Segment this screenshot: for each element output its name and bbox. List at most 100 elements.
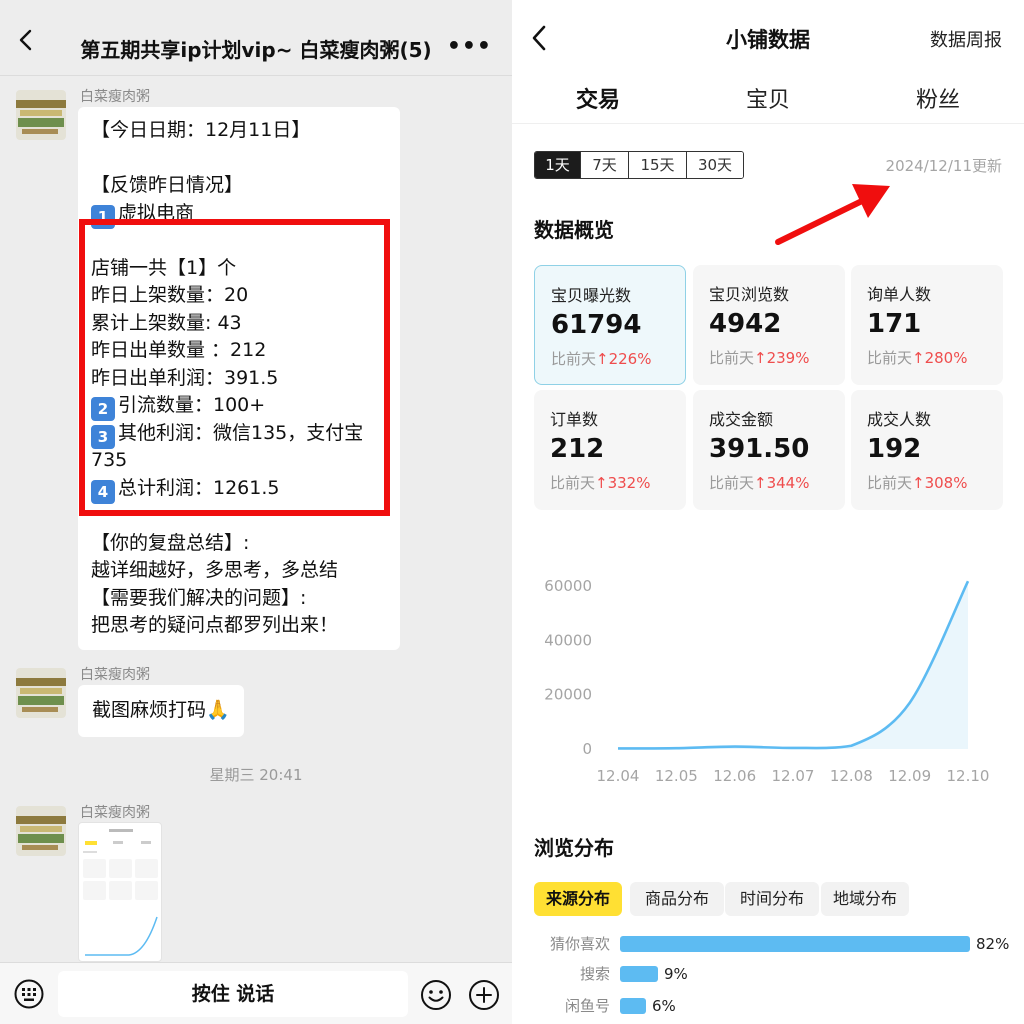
distribution-bar <box>620 998 646 1014</box>
chat-header: 第五期共享ip计划vip~ 白菜瘦肉粥(5) ••• <box>0 0 512 76</box>
number-keycap-icon: 2 <box>91 397 115 421</box>
range-15-days[interactable]: 15天 <box>629 152 687 178</box>
message-line-text: 其他利润：微信135，支付宝 <box>118 421 364 444</box>
plus-icon[interactable] <box>468 979 500 1011</box>
metric-compare: 比前天↑344% <box>709 472 809 493</box>
message-line-text: 昨日出单利润：391.5 <box>91 366 279 389</box>
up-arrow-icon: ↑ <box>912 474 925 492</box>
pill-region[interactable]: 地域分布 <box>821 882 909 916</box>
message-line: 把思考的疑问点都罗列出来！ <box>91 612 387 640</box>
chat-panel: 第五期共享ip计划vip~ 白菜瘦肉粥(5) ••• 白菜瘦肉粥 【今日日期：1… <box>0 0 512 1024</box>
metric-card[interactable]: 询单人数 171 比前天↑280% <box>851 265 1003 385</box>
range-30-days[interactable]: 30天 <box>687 152 743 178</box>
metric-compare: 比前天↑226% <box>551 348 651 369</box>
distribution-label: 猜你喜欢 <box>549 935 610 953</box>
x-tick-label: 12.09 <box>888 767 931 785</box>
range-1-day[interactable]: 1天 <box>535 152 581 178</box>
compare-prefix: 比前天 <box>709 474 755 492</box>
message-line-text: 越详细越好，多思考，多总结 <box>91 559 339 581</box>
up-arrow-icon: ↑ <box>754 349 767 367</box>
metric-value: 212 <box>550 434 605 464</box>
distribution-percent: 82% <box>976 935 1010 953</box>
distribution-percent: 9% <box>664 965 688 983</box>
tab-fans[interactable]: 粉丝 <box>888 82 988 114</box>
metric-card[interactable]: 成交金额 391.50 比前天↑344% <box>693 390 845 510</box>
message-bubble[interactable]: 【今日日期：12月11日】 【反馈昨日情况】 1 虚拟电商 店铺一共【1】个 昨日上架数量… <box>78 107 400 650</box>
metric-change: 239% <box>766 349 810 367</box>
message-line: 735 <box>91 447 387 475</box>
distribution-row: 猜你喜欢 82% <box>512 934 1024 956</box>
message-line: 【你的复盘总结】: <box>91 530 387 558</box>
number-keycap-icon: 3 <box>91 424 115 449</box>
avatar[interactable] <box>16 806 66 856</box>
message-text: 截图麻烦打码🙏 <box>92 699 230 721</box>
message-line: 4 总计利润：1261.5 <box>91 475 387 504</box>
y-tick-label: 20000 <box>544 686 592 704</box>
metric-compare: 比前天↑332% <box>550 472 650 493</box>
message-line <box>91 227 387 255</box>
overview-title: 数据概览 <box>534 218 614 242</box>
message-line-text: 【你的复盘总结】: <box>91 531 250 554</box>
message-line-text: 昨日上架数量：20 <box>91 284 249 306</box>
message-line-text: 累计上架数量: 43 <box>91 311 242 334</box>
metric-card[interactable]: 成交人数 192 比前天↑308% <box>851 390 1003 510</box>
input-bar: 按住 说话 <box>0 962 512 1024</box>
distribution-row: 搜索 9% <box>512 964 1024 986</box>
date-range-selector: 1天 7天 15天 30天 <box>534 151 744 179</box>
up-arrow-icon: ↑ <box>754 474 767 492</box>
red-arrow-annotation <box>775 184 890 245</box>
message-line-text: 735 <box>91 449 128 471</box>
metric-card[interactable]: 订单数 212 比前天↑332% <box>534 390 686 510</box>
back-arrow-icon[interactable] <box>14 28 38 52</box>
compare-prefix: 比前天 <box>867 349 913 367</box>
shop-data-panel: 小铺数据 数据周报 交易 宝贝 粉丝 1天 7天 15天 30天 2024/12… <box>512 0 1024 1024</box>
message-line: 累计上架数量: 43 <box>91 310 387 338</box>
avatar[interactable] <box>16 668 66 718</box>
x-tick-label: 12.07 <box>772 767 815 785</box>
up-arrow-icon: ↑ <box>595 474 608 492</box>
metric-change: 280% <box>924 349 968 367</box>
compare-prefix: 比前天 <box>709 349 755 367</box>
message-line: 【反馈昨日情况】 <box>91 172 387 200</box>
hold-to-talk-button[interactable]: 按住 说话 <box>58 971 408 1017</box>
avatar[interactable] <box>16 90 66 140</box>
distribution-label: 闲鱼号 <box>564 997 610 1015</box>
pill-time[interactable]: 时间分布 <box>725 882 819 916</box>
message-line: 越详细越好，多思考，多总结 <box>91 557 387 585</box>
range-7-days[interactable]: 7天 <box>581 152 629 178</box>
metric-card[interactable]: 宝贝曝光数 61794 比前天↑226% <box>534 265 686 385</box>
distribution-bar <box>620 936 970 952</box>
trend-chart: 0 20000 40000 60000 12.04 12.05 12.06 12.07 12.0… <box>544 577 989 785</box>
message-line: 3 其他利润：微信135，支付宝 <box>91 420 387 449</box>
pill-product[interactable]: 商品分布 <box>630 882 724 916</box>
message-line-text: 总计利润：1261.5 <box>118 476 280 499</box>
sender-name: 白菜瘦肉粥 <box>80 667 150 683</box>
metric-change: 308% <box>924 474 968 492</box>
more-options-icon[interactable]: ••• <box>447 36 492 58</box>
message-bubble[interactable]: 截图麻烦打码🙏 <box>78 685 244 737</box>
keyboard-icon[interactable] <box>14 979 44 1009</box>
emoji-icon[interactable] <box>420 979 452 1011</box>
compare-prefix: 比前天 <box>550 474 596 492</box>
image-thumbnail[interactable] <box>78 822 162 962</box>
metric-label: 宝贝曝光数 <box>551 286 632 305</box>
number-keycap-icon: 4 <box>91 479 115 504</box>
message-line: 店铺一共【1】个 <box>91 255 387 283</box>
message-line-text: 【今日日期：12月11日】 <box>91 119 311 141</box>
metric-card[interactable]: 宝贝浏览数 4942 比前天↑239% <box>693 265 845 385</box>
metric-label: 宝贝浏览数 <box>709 285 790 304</box>
up-arrow-icon: ↑ <box>912 349 925 367</box>
metric-compare: 比前天↑280% <box>867 347 967 368</box>
pill-source[interactable]: 来源分布 <box>534 882 622 916</box>
compare-prefix: 比前天 <box>867 474 913 492</box>
update-time: 2024/12/11更新 <box>885 157 1002 175</box>
weekly-report-link[interactable]: 数据周报 <box>930 26 1002 52</box>
message-line: 昨日上架数量：20 <box>91 282 387 310</box>
chart-area-fill <box>618 581 968 749</box>
metric-compare: 比前天↑239% <box>709 347 809 368</box>
distribution-row: 闲鱼号 6% <box>512 996 1024 1018</box>
message-line <box>91 145 387 173</box>
metric-value: 171 <box>867 309 922 339</box>
tab-trade[interactable]: 交易 <box>548 82 648 114</box>
tab-items[interactable]: 宝贝 <box>718 82 818 114</box>
